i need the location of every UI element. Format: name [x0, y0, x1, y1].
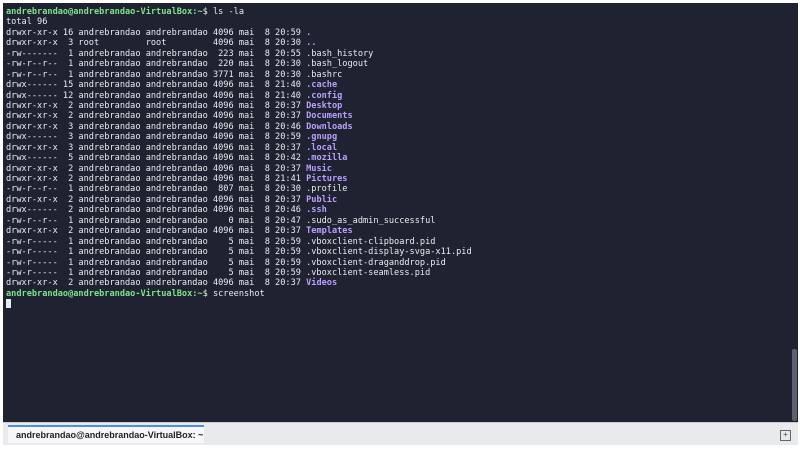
terminal-line: drwxr-xr-x 2 andrebrandao andrebrandao 4… — [6, 111, 786, 121]
terminal-text: drwxr-xr-x 2 andrebrandao andrebrandao 4… — [6, 111, 307, 122]
terminal-line: drwxr-xr-x 2 andrebrandao andrebrandao 4… — [6, 226, 786, 236]
terminal-text: drwx------ 2 andrebrandao andrebrandao 4… — [6, 205, 307, 216]
terminal-line: -rw-r--r-- 1 andrebrandao andrebrandao 8… — [6, 184, 786, 194]
terminal-line: total 96 — [6, 17, 786, 27]
directory-name: Downloads — [306, 121, 353, 132]
terminal-line: -rw-r--r-- 1 andrebrandao andrebrandao 0… — [6, 216, 786, 226]
prompt-user-host: andrebrandao@andrebrandao-VirtualBox:~ — [6, 7, 203, 17]
terminal-text: drwxr-xr-x 2 andrebrandao andrebrandao 4… — [6, 174, 307, 184]
terminal-line: -rw-r--r-- 1 andrebrandao andrebrandao 2… — [6, 59, 786, 69]
terminal-line: -rw-r----- 1 andrebrandao andrebrandao 5… — [6, 247, 786, 257]
terminal-line: -rw------- 1 andrebrandao andrebrandao 2… — [6, 49, 786, 59]
terminal-text: drwxr-xr-x 3 andrebrandao andrebrandao 4… — [6, 121, 307, 132]
terminal-line: drwx------ 12 andrebrandao andrebrandao … — [6, 91, 786, 101]
directory-name: .ssh — [306, 205, 327, 216]
directory-name: .gnupg — [306, 132, 338, 143]
directory-name: .. — [306, 38, 317, 49]
directory-name: Public — [306, 194, 338, 205]
terminal-text: $ screenshot — [202, 288, 265, 299]
terminal-line: drwxr-xr-x 3 andrebrandao andrebrandao 4… — [6, 122, 786, 132]
terminal-line: drwx------ 15 andrebrandao andrebrandao … — [6, 80, 786, 90]
terminal-line: -rw-r----- 1 andrebrandao andrebrandao 5… — [6, 237, 786, 247]
terminal-line: andrebrandao@andrebrandao-VirtualBox:~$ … — [6, 289, 786, 299]
terminal-text: drwxr-xr-x 2 andrebrandao andrebrandao 4… — [6, 100, 307, 111]
terminal-text: -rw-r--r-- 1 andrebrandao andrebrandao 8… — [6, 184, 348, 195]
terminal-text: -rw-r----- 1 andrebrandao andrebrandao 5… — [6, 247, 472, 258]
directory-name: .mozilla — [306, 153, 348, 164]
terminal-text: drwxr-xr-x 2 andrebrandao andrebrandao 4… — [6, 194, 307, 205]
terminal-line: andrebrandao@andrebrandao-VirtualBox:~$ … — [6, 7, 786, 17]
terminal-text: -rw-r----- 1 andrebrandao andrebrandao 5… — [6, 257, 446, 268]
terminal-text: drwx------ 3 andrebrandao andrebrandao 4… — [6, 132, 307, 143]
directory-name: Desktop — [306, 100, 343, 111]
terminal-text: drwxr-xr-x 2 andrebrandao andrebrandao 4… — [6, 278, 307, 289]
directory-name: .local — [306, 142, 338, 153]
terminal-text: drwx------ 12 andrebrandao andrebrandao … — [6, 90, 307, 101]
terminal-text: drwxr-xr-x 16 andrebrandao andrebrandao … — [6, 27, 307, 38]
terminal-line: drwxr-xr-x 2 andrebrandao andrebrandao 4… — [6, 164, 786, 174]
terminal-output[interactable]: andrebrandao@andrebrandao-VirtualBox:~$ … — [6, 7, 786, 425]
terminal-text: drwxr-xr-x 3 root root 4096 mai 8 20:30 — [6, 38, 307, 49]
terminal-text: drwx------ 5 andrebrandao andrebrandao 4… — [6, 153, 307, 164]
terminal-text: drwxr-xr-x 2 andrebrandao andrebrandao 4… — [6, 163, 307, 174]
terminal-text: drwxr-xr-x 3 andrebrandao andrebrandao 4… — [6, 142, 307, 153]
terminal-line: drwxr-xr-x 3 root root 4096 mai 8 20:30 … — [6, 38, 786, 48]
new-tab-icon[interactable]: + — [780, 430, 791, 441]
terminal-text: -rw------- 1 andrebrandao andrebrandao 2… — [6, 48, 374, 59]
directory-name: Music — [306, 163, 332, 174]
terminal-text: $ ls -la — [202, 7, 245, 17]
terminal-line: -rw-r--r-- 1 andrebrandao andrebrandao 3… — [6, 70, 786, 80]
terminal-text: drwxr-xr-x 2 andrebrandao andrebrandao 4… — [6, 226, 307, 237]
directory-name: .cache — [306, 80, 338, 91]
directory-name: .config — [306, 90, 343, 101]
tab-bar: andrebrandao@andrebrandao-VirtualBox: ~ … — [3, 422, 798, 445]
terminal-line: drwx------ 3 andrebrandao andrebrandao 4… — [6, 132, 786, 142]
terminal-text: -rw-r--r-- 1 andrebrandao andrebrandao 3… — [6, 69, 343, 80]
terminal-line: drwxr-xr-x 2 andrebrandao andrebrandao 4… — [6, 174, 786, 184]
terminal-tab[interactable]: andrebrandao@andrebrandao-VirtualBox: ~ — [8, 425, 204, 443]
directory-name: Documents — [306, 111, 353, 122]
terminal-text: -rw-r----- 1 andrebrandao andrebrandao 5… — [6, 267, 431, 278]
terminal-text: -rw-r--r-- 1 andrebrandao andrebrandao 2… — [6, 59, 369, 70]
terminal-line: -rw-r----- 1 andrebrandao andrebrandao 5… — [6, 258, 786, 268]
directory-name: Videos — [306, 278, 338, 289]
terminal-line: drwxr-xr-x 2 andrebrandao andrebrandao 4… — [6, 278, 786, 288]
terminal-line: drwxr-xr-x 2 andrebrandao andrebrandao 4… — [6, 101, 786, 111]
terminal-input-line[interactable] — [6, 299, 786, 309]
terminal-line: -rw-r----- 1 andrebrandao andrebrandao 5… — [6, 268, 786, 278]
terminal-window: andrebrandao@andrebrandao-VirtualBox:~$ … — [3, 3, 798, 445]
text-cursor — [6, 299, 11, 309]
terminal-line: drwx------ 2 andrebrandao andrebrandao 4… — [6, 205, 786, 215]
terminal-line: drwx------ 5 andrebrandao andrebrandao 4… — [6, 153, 786, 163]
terminal-line: drwxr-xr-x 16 andrebrandao andrebrandao … — [6, 28, 786, 38]
terminal-text: -rw-r--r-- 1 andrebrandao andrebrandao 0… — [6, 215, 436, 226]
terminal-text: -rw-r----- 1 andrebrandao andrebrandao 5… — [6, 236, 436, 247]
directory-name: Templates — [306, 226, 353, 237]
terminal-line: drwxr-xr-x 2 andrebrandao andrebrandao 4… — [6, 195, 786, 205]
terminal-scrollbar[interactable] — [791, 5, 797, 423]
scrollbar-thumb[interactable] — [792, 349, 797, 421]
directory-name: Pictures — [306, 174, 348, 184]
terminal-text: total 96 — [6, 17, 48, 28]
terminal-line: drwxr-xr-x 3 andrebrandao andrebrandao 4… — [6, 143, 786, 153]
terminal-text: drwx------ 15 andrebrandao andrebrandao … — [6, 80, 307, 91]
directory-name: . — [306, 27, 312, 38]
prompt-user-host: andrebrandao@andrebrandao-VirtualBox:~ — [6, 288, 203, 299]
